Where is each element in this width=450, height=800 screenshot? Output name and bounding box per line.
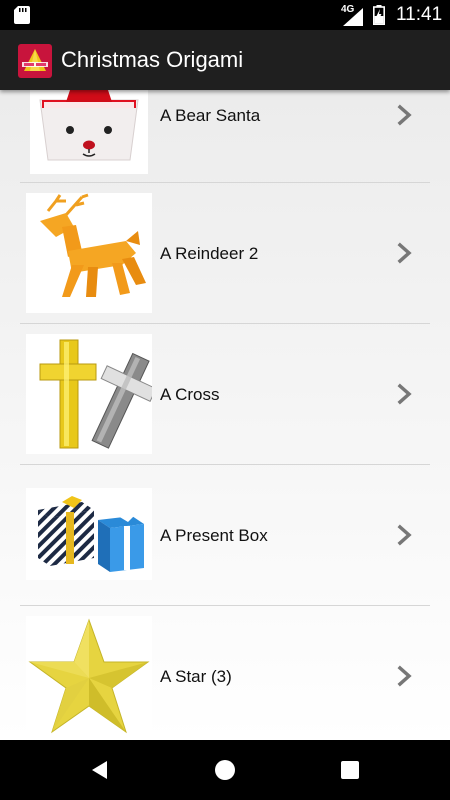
list-item-label: A Bear Santa	[160, 106, 261, 125]
list-item-cross[interactable]: A Cross	[20, 324, 430, 465]
clock: 11:41	[396, 4, 443, 25]
status-bar: 4G 11:41	[0, 0, 450, 30]
chevron-right-icon	[397, 665, 412, 687]
home-icon[interactable]	[213, 758, 237, 782]
recents-icon[interactable]	[338, 758, 362, 782]
list-item-present-box[interactable]: A Present Box	[20, 465, 430, 606]
list-item-label: A Cross	[160, 385, 220, 404]
reindeer-image	[26, 193, 152, 313]
list-item-bear-santa[interactable]: A Bear Santa	[20, 90, 430, 183]
chevron-right-icon	[397, 242, 412, 264]
app-bar: Christmas Origami	[0, 30, 450, 90]
app-logo-icon	[18, 44, 52, 78]
list-item-label: A Star (3)	[160, 667, 232, 686]
chevron-right-icon	[397, 383, 412, 405]
chevron-right-icon	[397, 104, 412, 126]
present-box-image	[26, 488, 152, 580]
list-item-label: A Reindeer 2	[160, 244, 259, 263]
app-title: Christmas Origami	[61, 47, 244, 72]
cross-image	[26, 334, 152, 454]
bear-santa-image	[30, 90, 148, 174]
signal-icon	[343, 8, 363, 26]
star-image	[26, 616, 152, 736]
chevron-right-icon	[397, 524, 412, 546]
navigation-bar	[0, 740, 450, 800]
sd-card-icon	[14, 6, 30, 24]
list-item-reindeer[interactable]: A Reindeer 2	[20, 183, 430, 324]
battery-icon	[373, 5, 385, 25]
list-item-label: A Present Box	[160, 526, 268, 545]
back-icon[interactable]	[88, 758, 112, 782]
origami-list: A Bear Santa A Reindeer 2 A Cross A Pres…	[0, 90, 450, 740]
list-item-star[interactable]: A Star (3)	[20, 606, 430, 740]
